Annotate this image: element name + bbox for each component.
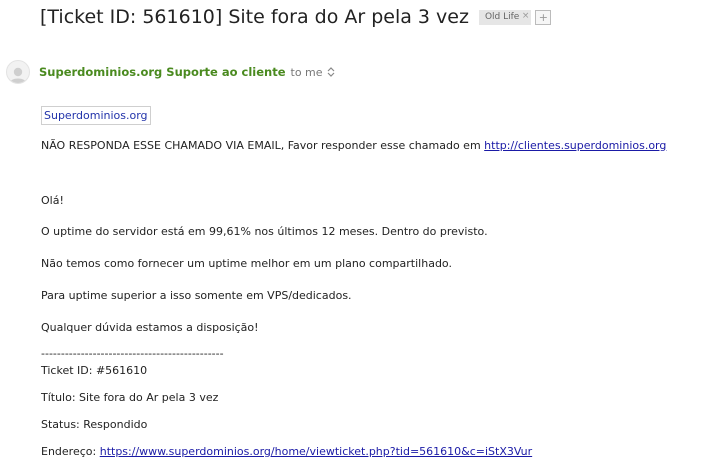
brand-link[interactable]: Superdominios.org xyxy=(41,106,151,125)
add-label-button[interactable]: + xyxy=(535,9,552,25)
recipient-to-me: to me xyxy=(290,65,323,79)
notice-line: NÃO RESPONDA ESSE CHAMADO VIA EMAIL, Fav… xyxy=(41,139,666,152)
separator: ----------------------------------------… xyxy=(41,347,224,360)
remove-label-icon[interactable]: × xyxy=(522,11,530,21)
paragraph-vps: Para uptime superior a isso somente em V… xyxy=(41,289,352,302)
greeting: Olá! xyxy=(41,194,64,207)
ticket-address-line: Endereço: https://www.superdominios.org/… xyxy=(41,445,532,458)
details-toggle-icon[interactable] xyxy=(327,67,335,77)
paragraph-uptime: O uptime do servidor está em 99,61% nos … xyxy=(41,225,488,238)
address-label: Endereço: xyxy=(41,445,97,458)
label-chip-old-life[interactable]: Old Life × xyxy=(478,9,532,25)
clients-portal-link[interactable]: http://clientes.superdominios.org xyxy=(484,139,666,152)
sender-name[interactable]: Superdominios.org Suporte ao cliente xyxy=(39,65,286,79)
ticket-title: Título: Site fora do Ar pela 3 vez xyxy=(41,391,219,404)
avatar-icon[interactable] xyxy=(6,60,30,84)
ticket-status: Status: Respondido xyxy=(41,418,148,431)
label-chip-text: Old Life xyxy=(484,12,520,22)
sender-row: Superdominios.org Suporte ao cliente to … xyxy=(6,60,335,84)
notice-text: NÃO RESPONDA ESSE CHAMADO VIA EMAIL, Fav… xyxy=(41,139,481,152)
email-subject: [Ticket ID: 561610] Site fora do Ar pela… xyxy=(40,6,469,28)
paragraph-shared-plan: Não temos como fornecer um uptime melhor… xyxy=(41,257,452,270)
subject-row: [Ticket ID: 561610] Site fora do Ar pela… xyxy=(40,6,552,28)
ticket-id: Ticket ID: #561610 xyxy=(41,364,148,377)
ticket-link[interactable]: https://www.superdominios.org/home/viewt… xyxy=(100,445,532,458)
paragraph-closing: Qualquer dúvida estamos a disposição! xyxy=(41,321,259,334)
